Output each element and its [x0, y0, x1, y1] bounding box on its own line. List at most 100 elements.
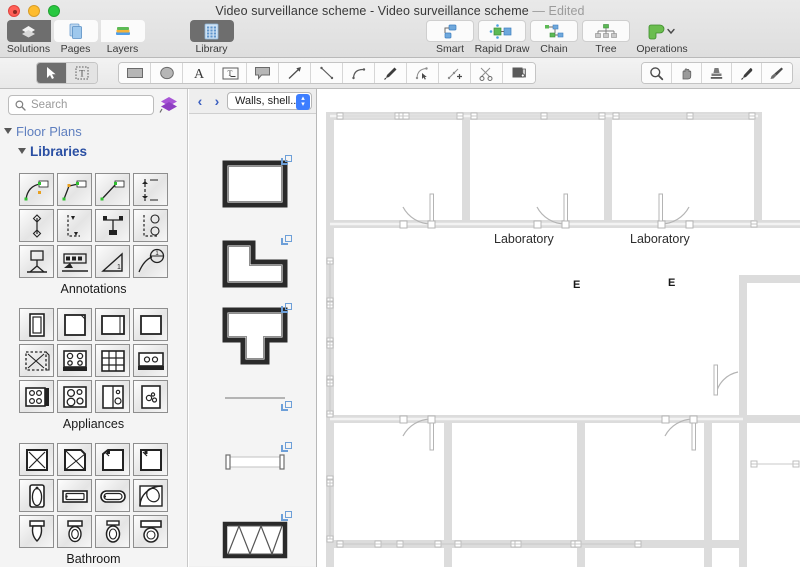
shape-window[interactable]: [189, 444, 316, 484]
stencil-item[interactable]: [133, 443, 168, 476]
stencil-item[interactable]: [57, 308, 92, 341]
shower-tray-icon: [136, 446, 166, 474]
stencil-item[interactable]: [57, 443, 92, 476]
stencil-item[interactable]: [57, 515, 92, 548]
stencil-item[interactable]: [57, 173, 92, 206]
stencil-item[interactable]: [133, 479, 168, 512]
stencil-item[interactable]: [19, 173, 54, 206]
solutions-purple-icon[interactable]: [159, 96, 179, 114]
bathroom-grid: [0, 443, 187, 548]
stencil-item[interactable]: [19, 344, 54, 377]
callout-tool[interactable]: [247, 63, 279, 83]
shape-wall-l[interactable]: [189, 234, 316, 296]
text-select-tool[interactable]: T: [67, 63, 97, 83]
stepper-updown-icon[interactable]: ▴▾: [296, 94, 310, 110]
text-box-tool[interactable]: T: [215, 63, 247, 83]
search-input[interactable]: Search: [8, 95, 154, 115]
shape-wall-t[interactable]: [189, 302, 316, 374]
sidebar-item-libraries[interactable]: Libraries: [0, 141, 187, 161]
stencil-item[interactable]: [95, 173, 130, 206]
chain-button[interactable]: [530, 20, 578, 42]
operations-button[interactable]: [634, 20, 690, 42]
smart-button[interactable]: [426, 20, 474, 42]
text-tool[interactable]: A: [183, 63, 215, 83]
shape-wall-divider[interactable]: [189, 394, 316, 420]
toolbar-layers[interactable]: Layers: [99, 20, 146, 55]
stencil-item[interactable]: [19, 245, 54, 278]
pen-tool[interactable]: [375, 63, 407, 83]
chevron-left-icon[interactable]: ‹: [193, 93, 207, 109]
scissors-tool[interactable]: [471, 63, 503, 83]
stencil-item[interactable]: 1: [133, 245, 168, 278]
stencil-item[interactable]: [19, 308, 54, 341]
bezier-edit-tool[interactable]: [407, 63, 439, 83]
ellipse-tool[interactable]: [151, 63, 183, 83]
text-select-icon: T: [75, 66, 89, 80]
toolbar-smart[interactable]: Smart: [424, 20, 476, 55]
hand-pan-icon: [679, 66, 694, 81]
sidebar-item-floor-plans[interactable]: Floor Plans: [0, 121, 187, 141]
stencil-item[interactable]: [133, 344, 168, 377]
stencil-item[interactable]: [133, 515, 168, 548]
stamp-tool[interactable]: [702, 63, 732, 83]
add-point-tool[interactable]: [439, 63, 471, 83]
stencil-item[interactable]: [95, 380, 130, 413]
appliances-grid: [0, 308, 187, 413]
toolbar-chain[interactable]: Chain: [528, 20, 580, 55]
shape-stairs[interactable]: [189, 512, 316, 566]
line-icon: [319, 66, 335, 80]
stencil-item[interactable]: [95, 209, 130, 242]
stencil-item[interactable]: [133, 209, 168, 242]
stencil-item[interactable]: [57, 380, 92, 413]
toolbar-library[interactable]: Library: [188, 20, 235, 55]
toolbar-pages[interactable]: Pages: [52, 20, 99, 55]
stencil-item[interactable]: [57, 344, 92, 377]
line-tool[interactable]: [311, 63, 343, 83]
rapid-draw-button[interactable]: [478, 20, 526, 42]
stencil-item[interactable]: [19, 209, 54, 242]
window-title-text: Video surveillance scheme - Video survei…: [215, 4, 528, 18]
toolbar-rapid-draw[interactable]: Rapid Draw: [476, 20, 528, 55]
library-selector[interactable]: Walls, shell... ▴▾: [227, 92, 312, 110]
stencil-item[interactable]: [57, 245, 92, 278]
stencil-item[interactable]: 1: [95, 245, 130, 278]
stencil-item[interactable]: [133, 308, 168, 341]
eyedropper-tool[interactable]: [732, 63, 762, 83]
brush-tool[interactable]: [762, 63, 792, 83]
stencil-item[interactable]: [95, 308, 130, 341]
chevron-right-icon[interactable]: ›: [210, 93, 224, 109]
zoom-tool[interactable]: [642, 63, 672, 83]
toolbar-solutions[interactable]: Solutions: [5, 20, 52, 55]
arrow-pointer-tool[interactable]: [37, 63, 67, 83]
pages-button[interactable]: [54, 20, 98, 42]
stencil-item[interactable]: [19, 443, 54, 476]
hand-tool[interactable]: [672, 63, 702, 83]
arc-tool[interactable]: [343, 63, 375, 83]
crop-tool[interactable]: [503, 63, 535, 83]
toolbar-operations[interactable]: Operations: [632, 20, 692, 55]
stencil-item[interactable]: [19, 479, 54, 512]
arc-icon: [351, 66, 367, 80]
stencil-item[interactable]: [95, 515, 130, 548]
stencil-item[interactable]: [133, 380, 168, 413]
stencil-item[interactable]: [95, 479, 130, 512]
stencil-item[interactable]: [19, 515, 54, 548]
disclosure-triangle-icon[interactable]: [18, 148, 26, 154]
library-button[interactable]: [190, 20, 234, 42]
drawing-canvas[interactable]: Laboratory Laboratory E E: [318, 89, 800, 567]
arrow-line-tool[interactable]: [279, 63, 311, 83]
solutions-button[interactable]: [7, 20, 51, 42]
stencil-item[interactable]: [19, 380, 54, 413]
smart-label: Smart: [436, 43, 464, 55]
shape-wall-rectangle[interactable]: [189, 154, 316, 216]
toolbar-tree[interactable]: Tree: [580, 20, 632, 55]
stencil-item[interactable]: [57, 209, 92, 242]
tree-button[interactable]: [582, 20, 630, 42]
stencil-item[interactable]: [95, 443, 130, 476]
stencil-item[interactable]: [95, 344, 130, 377]
rectangle-tool[interactable]: [119, 63, 151, 83]
stencil-item[interactable]: [133, 173, 168, 206]
stencil-item[interactable]: [57, 479, 92, 512]
disclosure-triangle-icon[interactable]: [4, 128, 12, 134]
layers-button[interactable]: [101, 20, 145, 42]
